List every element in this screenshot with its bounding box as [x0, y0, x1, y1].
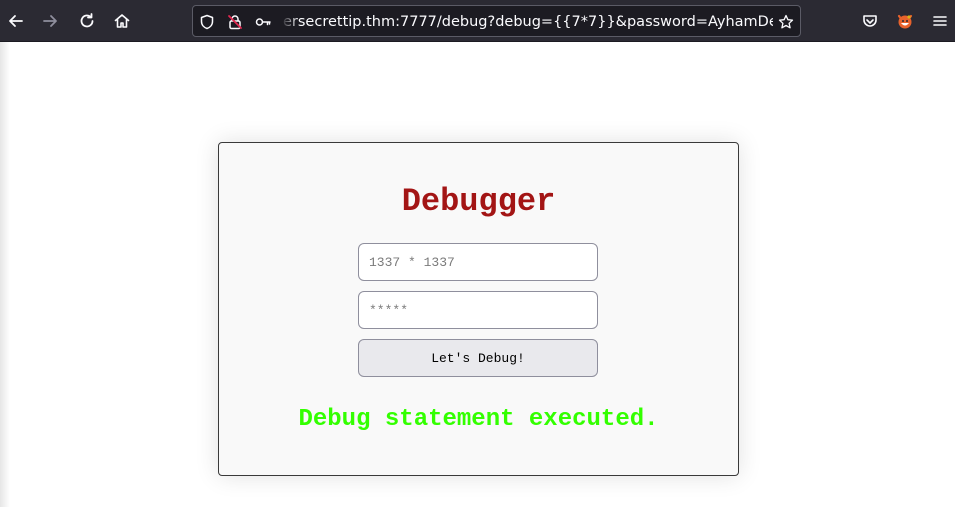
arrow-right-icon — [43, 15, 57, 27]
menu-button[interactable] — [928, 9, 952, 33]
url-text[interactable]: ersecrettip.thm:7777/debug?debug={{7*7}}… — [283, 12, 773, 32]
password-input[interactable] — [358, 291, 598, 329]
reload-icon — [80, 13, 94, 28]
debug-button[interactable]: Let's Debug! — [358, 339, 598, 377]
hamburger-menu-icon — [933, 16, 947, 26]
back-button[interactable] — [4, 9, 28, 33]
shield-icon[interactable] — [198, 13, 216, 31]
fox-extension-icon — [897, 14, 913, 29]
status-message: Debug statement executed. — [298, 406, 659, 433]
url-fade — [281, 12, 299, 32]
page-content: Debugger Let's Debug! Debug statement ex… — [0, 42, 955, 507]
insecure-lock-icon[interactable] — [226, 13, 244, 31]
forward-button[interactable] — [38, 9, 62, 33]
browser-toolbar: ersecrettip.thm:7777/debug?debug={{7*7}}… — [0, 0, 955, 42]
key-icon[interactable] — [254, 13, 272, 31]
extension-button[interactable] — [893, 9, 917, 33]
page-title: Debugger — [401, 183, 556, 220]
expression-input[interactable] — [358, 243, 598, 281]
home-icon — [114, 14, 130, 28]
home-button[interactable] — [110, 9, 134, 33]
arrow-left-icon — [9, 15, 23, 27]
star-icon[interactable] — [777, 13, 795, 31]
reload-button[interactable] — [75, 9, 99, 33]
pocket-button[interactable] — [858, 9, 882, 33]
sidebar-shadow — [0, 42, 10, 507]
pocket-icon — [863, 15, 877, 27]
debugger-card: Debugger Let's Debug! Debug statement ex… — [218, 142, 739, 476]
address-bar[interactable]: ersecrettip.thm:7777/debug?debug={{7*7}}… — [192, 5, 801, 37]
